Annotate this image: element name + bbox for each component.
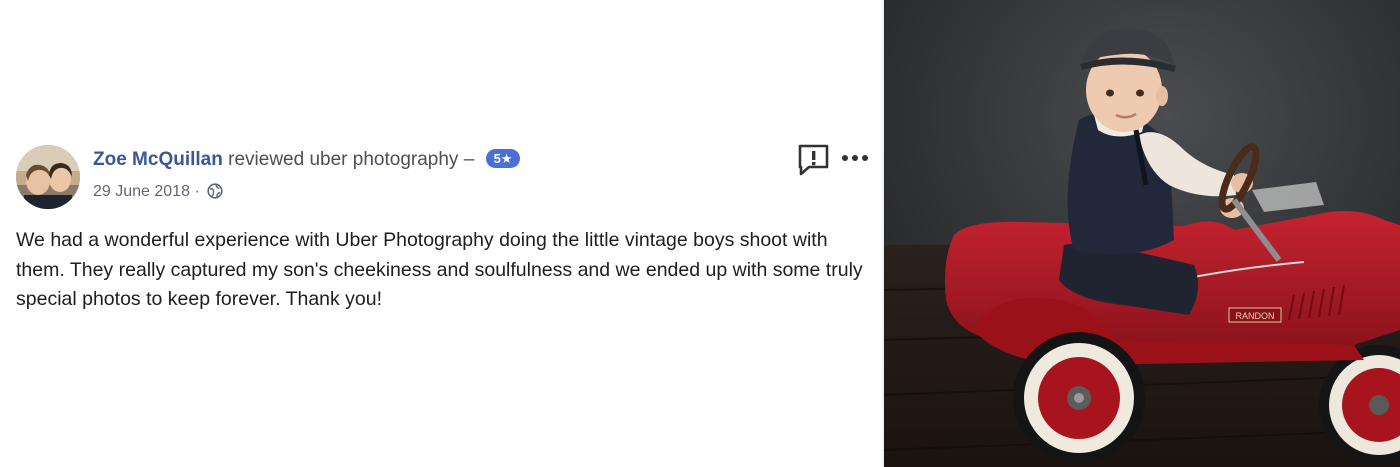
review-text: We had a wonderful experience with Uber … [16, 229, 863, 310]
car-plate: RANDON [1235, 311, 1274, 321]
review-date[interactable]: 29 June 2018 [93, 183, 190, 200]
review-header: Zoe McQuillan reviewed uber photography … [93, 147, 521, 173]
globe-icon [207, 183, 223, 206]
rating-badge[interactable]: 5★ [485, 149, 521, 168]
review-photo: RANDON [884, 0, 1400, 467]
header-separator: – [463, 149, 475, 170]
page-name-link[interactable]: uber photography [309, 149, 458, 170]
avatar[interactable] [16, 145, 80, 209]
review-action: reviewed [228, 149, 305, 170]
report-icon[interactable] [797, 143, 831, 177]
review-card: Zoe McQuillan reviewed uber photography … [0, 0, 882, 467]
avatar-photo [16, 145, 80, 209]
date-separator: · [194, 183, 200, 200]
more-options-icon[interactable] [840, 148, 870, 168]
review-screenshot: Zoe McQuillan reviewed uber photography … [0, 0, 1400, 467]
author-name[interactable]: Zoe McQuillan [93, 149, 223, 170]
review-meta: 29 June 2018 · [93, 181, 223, 206]
